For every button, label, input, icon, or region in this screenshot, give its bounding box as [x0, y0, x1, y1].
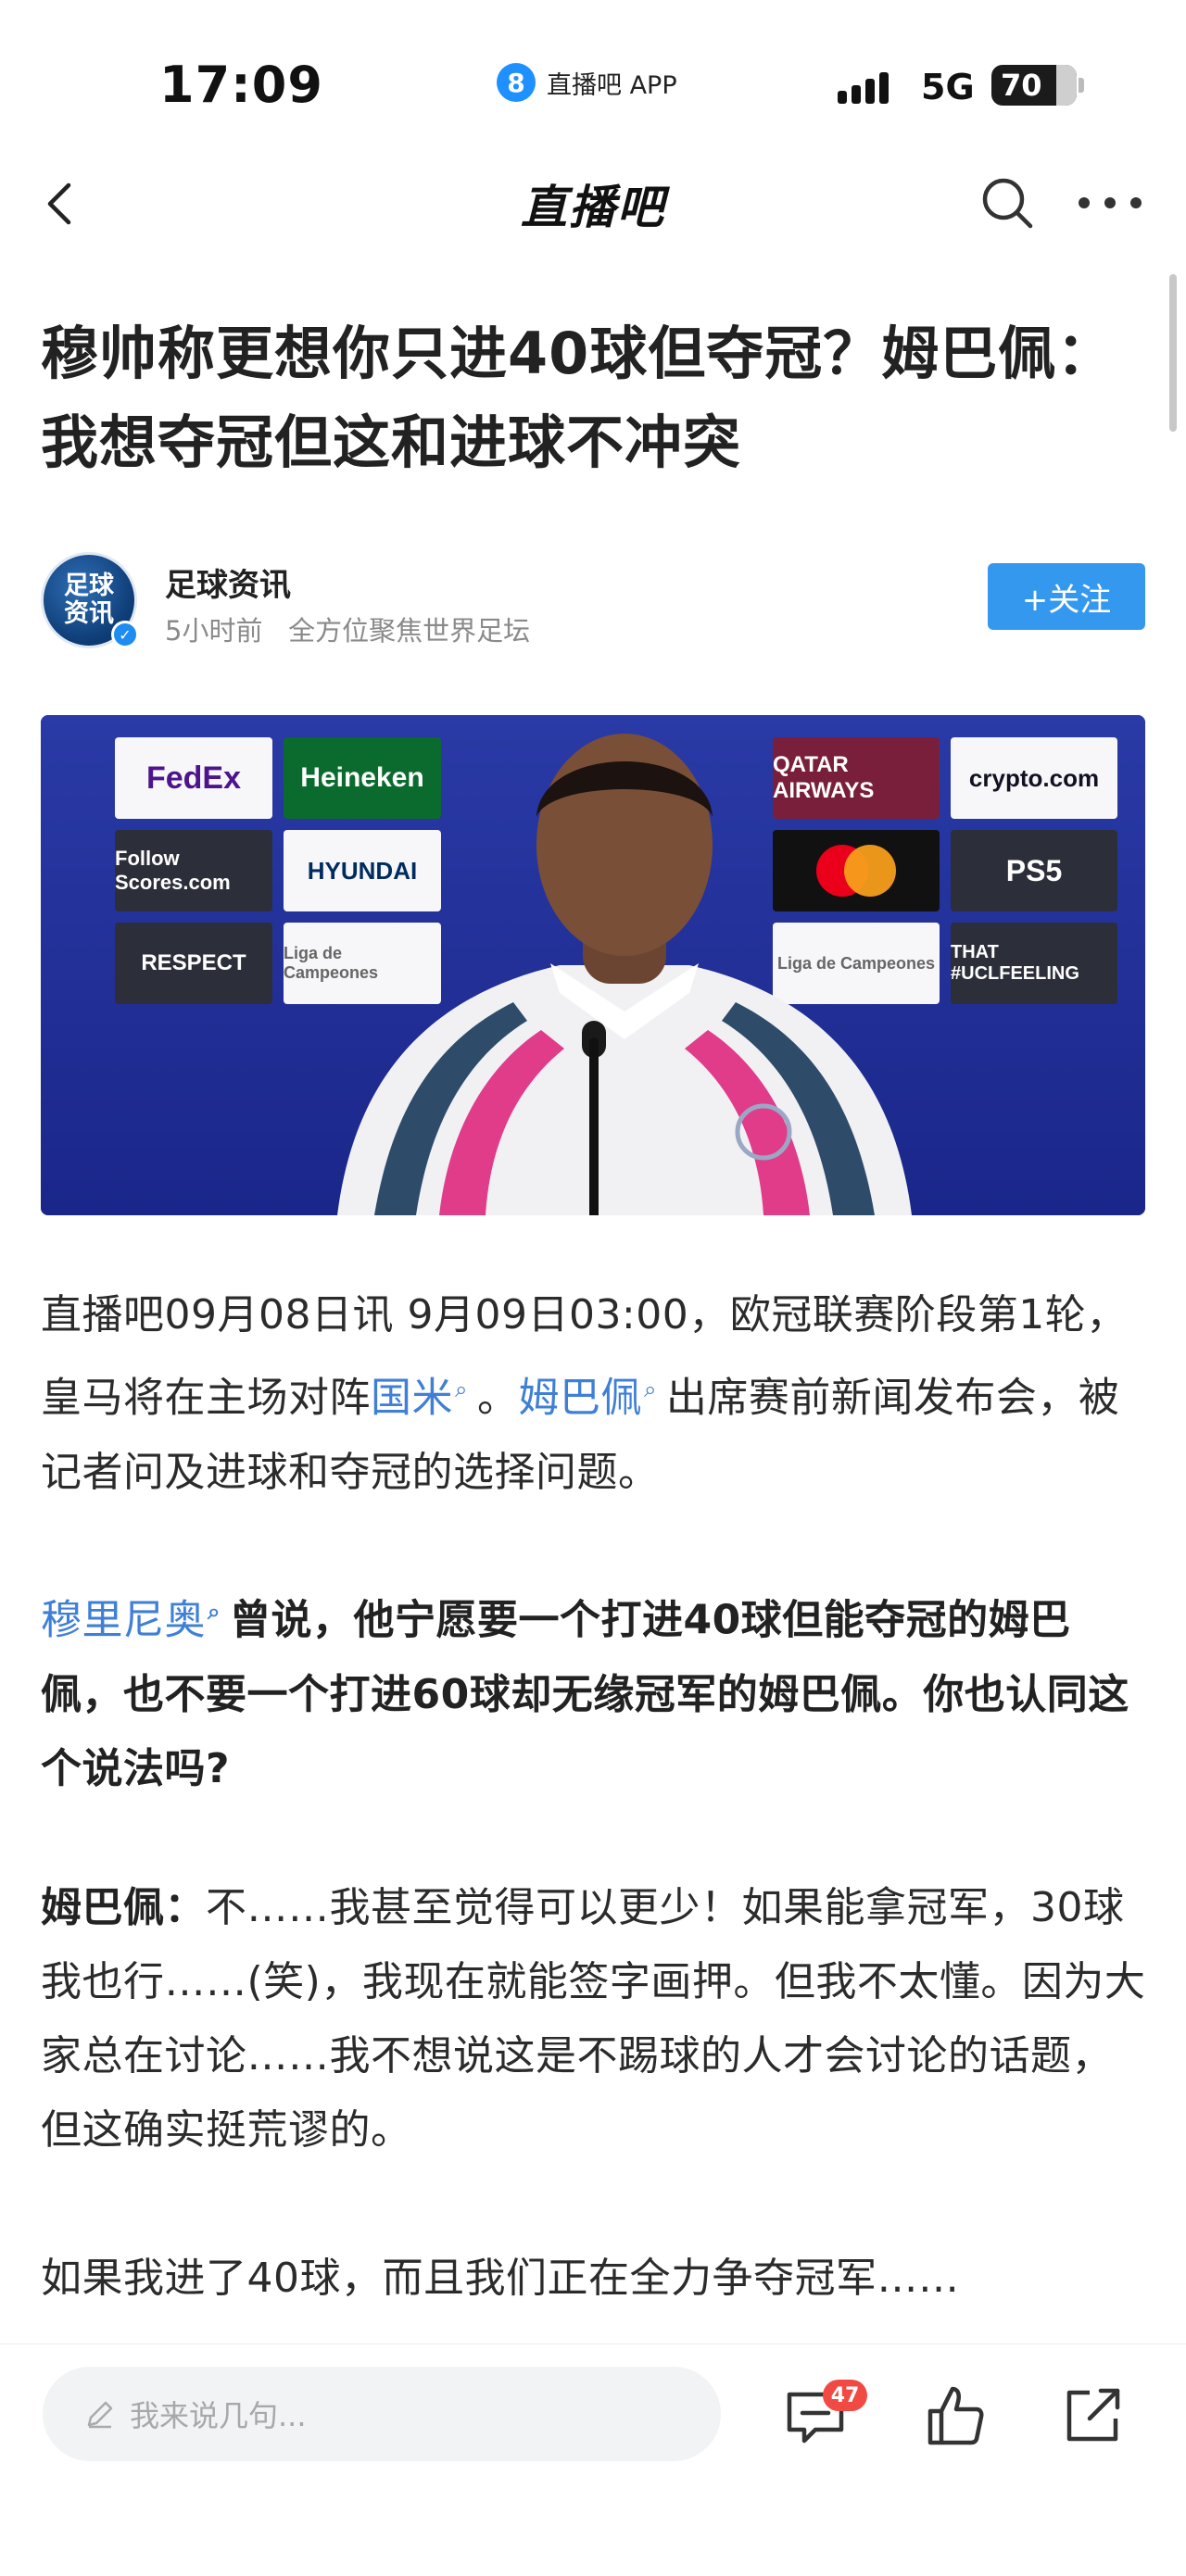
search-link-icon[interactable]: ⌕ — [644, 1376, 657, 1402]
speaker-label: 姆巴佩： — [41, 1884, 206, 1931]
sponsor-fedex: FedEx — [115, 737, 272, 819]
status-bar: 17:09 8 直播吧 APP 5G 70 — [0, 0, 1186, 176]
avatar-text-bottom: 资讯 — [64, 599, 114, 628]
status-time: 17:09 — [159, 56, 323, 114]
sponsor-followscores: Follow Scores.com — [115, 830, 272, 911]
comment-count-badge: 47 — [823, 2380, 867, 2411]
network-type: 5G — [921, 67, 975, 107]
comment-input[interactable]: 我来说几句... — [43, 2367, 721, 2461]
article-paragraph-1: 直播吧09月08日讯 9月09日03:00，欧冠联赛阶段第1轮，皇马将在主场对阵… — [41, 1278, 1153, 1510]
thumbs-up-icon[interactable] — [917, 2378, 991, 2452]
signal-icon — [838, 70, 889, 104]
sponsor-uclfeeling: THAT #UCLFEELING — [951, 923, 1117, 1004]
avatar-text-top: 足球 — [64, 572, 114, 600]
para4-text: 如果我进了40球，而且我们正在全力争夺冠军…… — [41, 2255, 960, 2302]
bottom-action-bar: 我来说几句... 47 — [0, 2344, 1186, 2576]
search-link-icon[interactable]: ⌕ — [455, 1376, 468, 1402]
article-photo[interactable]: FedEx Heineken QATAR AIRWAYS crypto.com … — [41, 715, 1145, 1215]
battery-icon: 70 — [991, 65, 1077, 106]
link-mbappe[interactable]: 姆巴佩 — [518, 1375, 642, 1422]
microphone-stand — [589, 1037, 599, 1215]
author-name[interactable]: 足球资讯 — [165, 559, 291, 605]
search-icon[interactable] — [978, 174, 1036, 232]
link-mourinho[interactable]: 穆里尼奥 — [41, 1597, 206, 1644]
verified-icon: ✓ — [111, 621, 139, 648]
article-paragraph-4: 如果我进了40球，而且我们正在全力争夺冠军…… — [41, 2242, 1153, 2316]
more-icon[interactable] — [1079, 193, 1142, 213]
para3-text: 不……我甚至觉得可以更少！如果能拿冠军，30球我也行……(笑)，我现在就能签字画… — [41, 1884, 1146, 2154]
search-link-icon[interactable]: ⌕ — [208, 1599, 221, 1625]
app-name: 直播吧 APP — [547, 70, 677, 100]
article-headline: 穆帅称更想你只进40球但夺冠？姆巴佩：我想夺冠但这和进球不冲突 — [41, 320, 1116, 476]
battery-level: 70 — [1001, 68, 1042, 103]
follow-button[interactable]: +关注 — [988, 563, 1145, 630]
sponsor-ps5: PS5 — [951, 830, 1117, 911]
scrollbar[interactable] — [1169, 274, 1177, 432]
article-paragraph-3: 姆巴佩：不……我甚至觉得可以更少！如果能拿冠军，30球我也行……(笑)，我现在就… — [41, 1871, 1153, 2168]
nav-bar: 直播吧 — [0, 157, 1186, 250]
para1-text-b: 。 — [476, 1374, 519, 1422]
sponsor-respect: RESPECT — [115, 923, 272, 1004]
player-figure — [337, 734, 912, 1215]
sponsor-crypto: crypto.com — [951, 737, 1117, 819]
author-meta: 5小时前 全方位聚焦世界足坛 — [165, 615, 531, 647]
app-badge-icon: 8 — [497, 63, 536, 102]
pencil-icon — [87, 2401, 113, 2429]
battery-tip — [1079, 78, 1084, 93]
article-paragraph-2: 穆里尼奥⌕ 曾说，他宁愿要一个打进40球但能夺冠的姆巴佩，也不要一个打进60球却无… — [41, 1575, 1153, 1806]
comment-placeholder: 我来说几句... — [130, 2398, 307, 2433]
link-inter[interactable]: 国米 — [371, 1375, 453, 1422]
share-icon[interactable] — [1056, 2378, 1130, 2452]
author-row: 足球 资讯 ✓ 足球资讯 5小时前 全方位聚焦世界足坛 +关注 — [41, 552, 1145, 654]
app-indicator: 8 直播吧 APP — [497, 63, 677, 102]
